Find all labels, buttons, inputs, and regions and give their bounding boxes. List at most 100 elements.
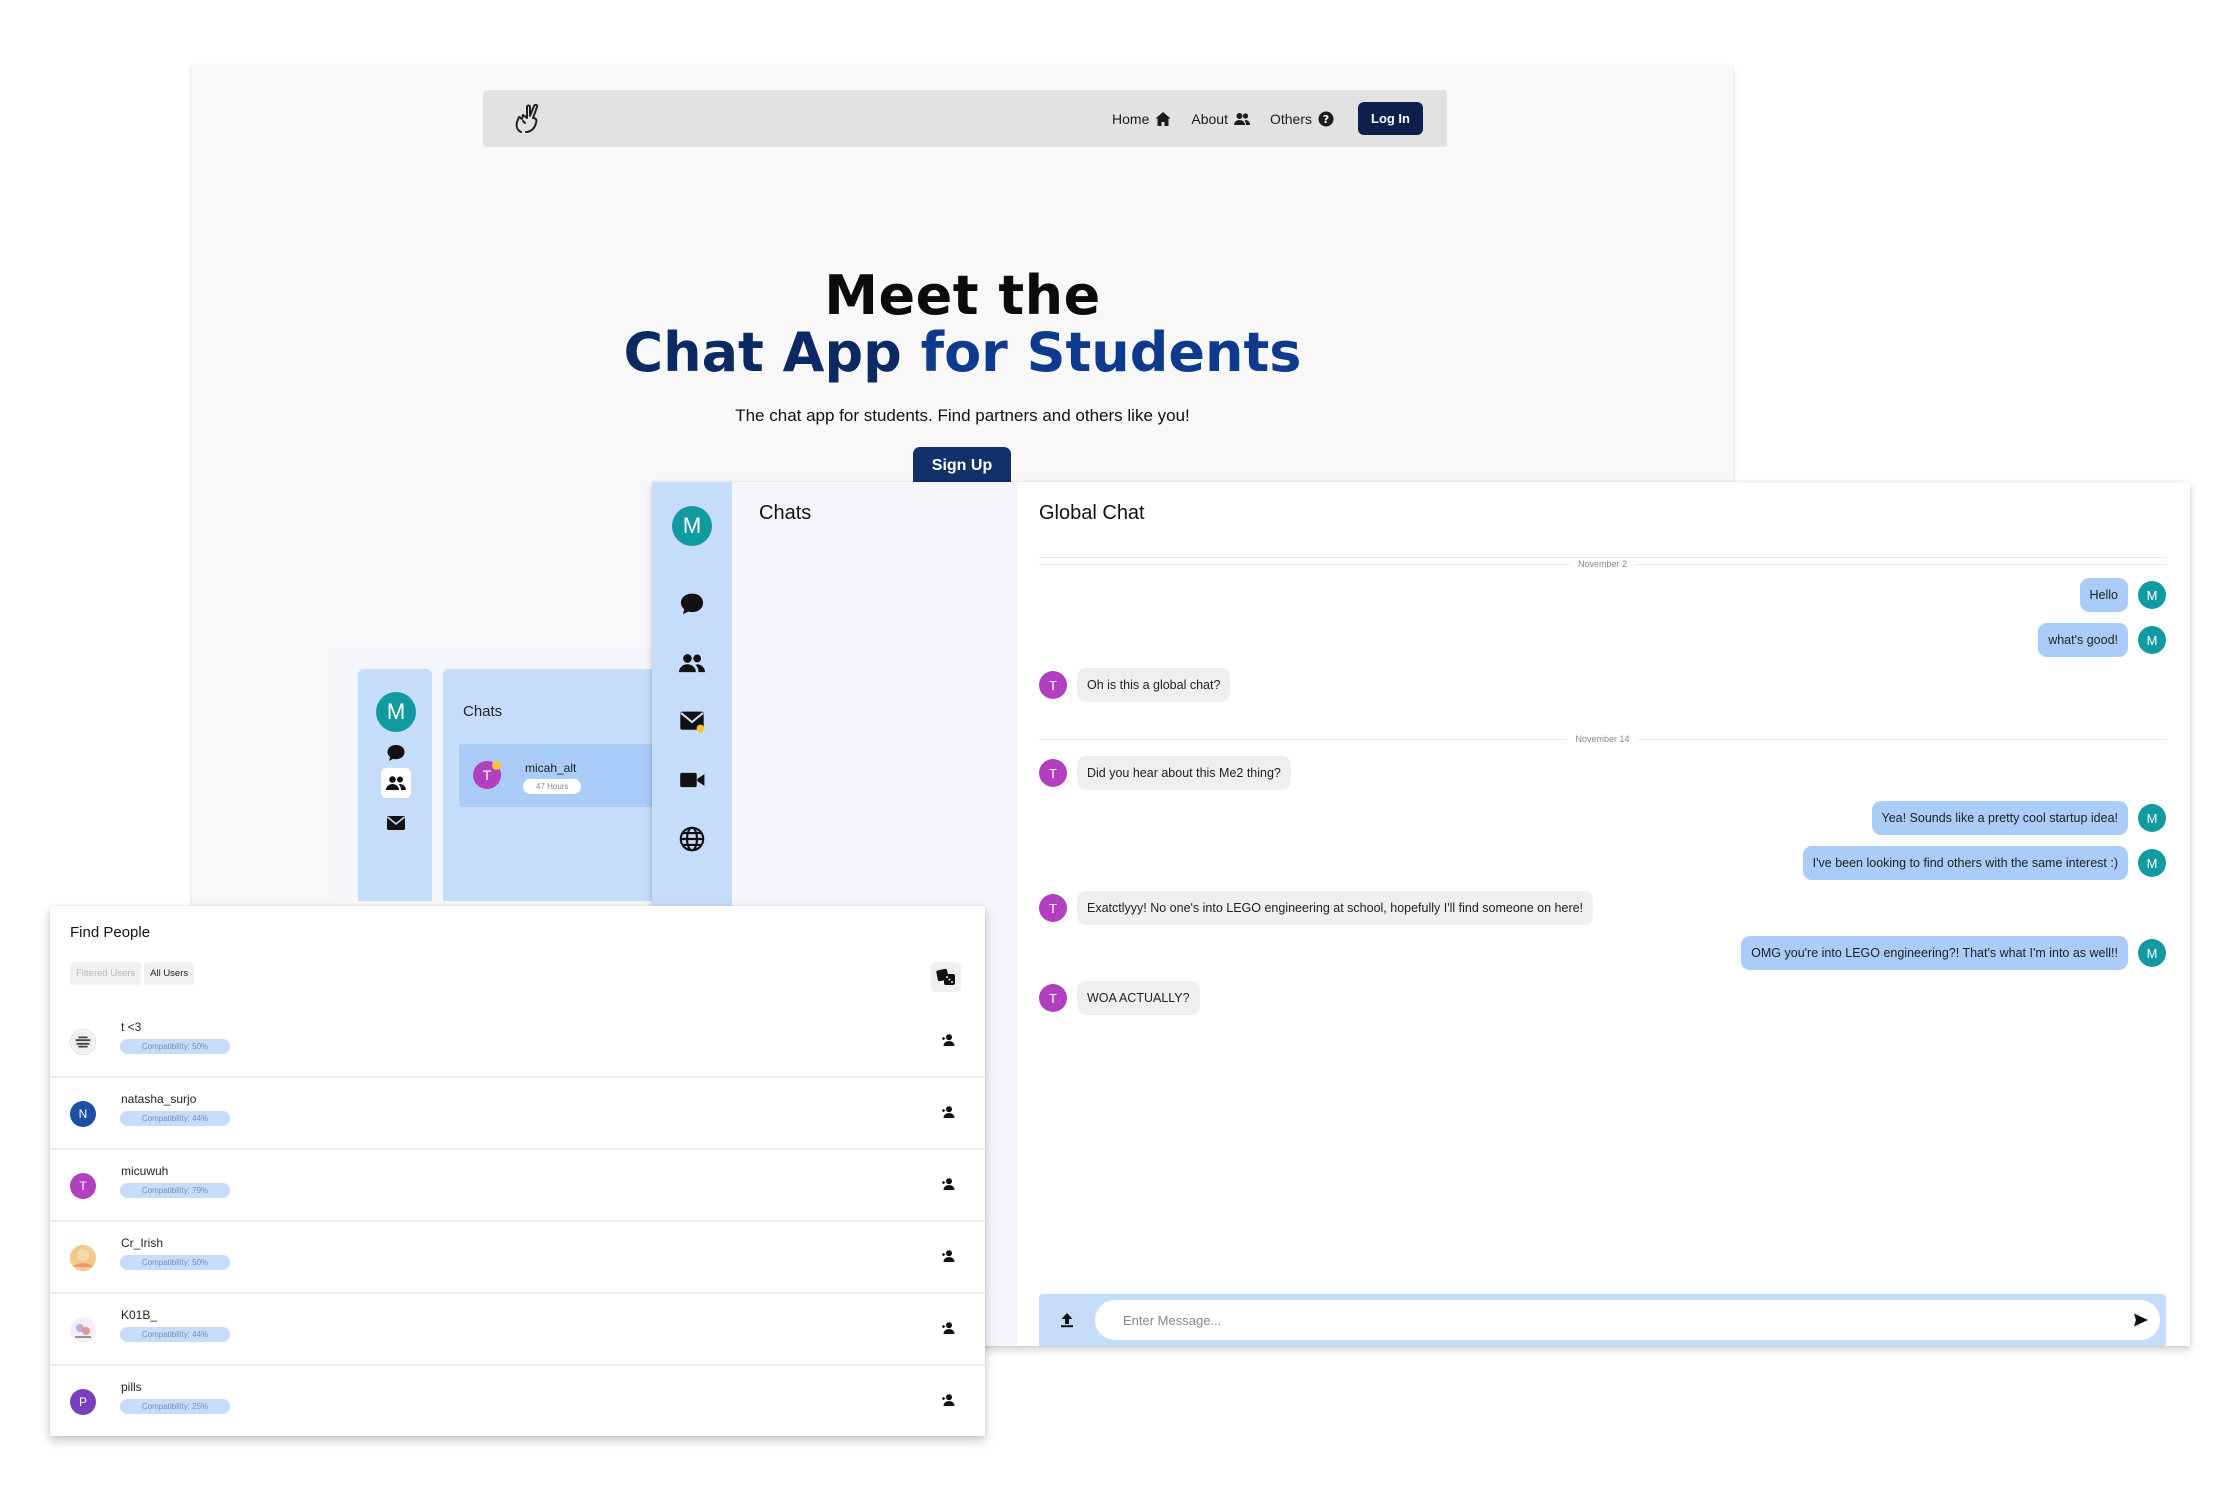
message-bubble: what's good! <box>2038 623 2128 657</box>
mail-icon[interactable] <box>385 812 407 834</box>
navbar: Home About Others ? Log In <box>483 90 1447 147</box>
mail-icon[interactable] <box>679 709 705 735</box>
message-avatar[interactable]: M <box>2138 626 2166 654</box>
user-filter-tabs: Filtered Users All Users <box>70 962 195 985</box>
message-avatar[interactable]: T <box>1039 894 1067 922</box>
person-avatar-photo <box>70 1317 96 1343</box>
compatibility-badge: Compatibility: 25% <box>120 1399 230 1414</box>
message-avatar[interactable]: T <box>1039 984 1067 1012</box>
message-avatar[interactable]: M <box>2138 804 2166 832</box>
people-icon[interactable] <box>381 768 411 798</box>
conversation-title: Global Chat <box>1039 502 1145 524</box>
add-friend-button[interactable] <box>939 1319 957 1337</box>
compatibility-badge: Compatibility: 50% <box>120 1255 230 1270</box>
send-button[interactable] <box>2128 1307 2154 1333</box>
nav-about[interactable]: About <box>1191 111 1250 127</box>
person-row[interactable]: K01B_ Compatibility: 44% <box>50 1294 985 1366</box>
person-row[interactable]: Cr_Irish Compatibility: 50% <box>50 1222 985 1294</box>
peace-hand-logo-icon[interactable] <box>507 99 547 139</box>
person-row[interactable]: T micuwuh Compatibility: 79% <box>50 1150 985 1222</box>
add-user-icon <box>942 1034 955 1046</box>
message-avatar[interactable]: T <box>1039 671 1067 699</box>
person-avatar: N <box>70 1101 96 1127</box>
people-icon[interactable] <box>679 650 705 676</box>
person-name: Cr_Irish <box>121 1236 164 1250</box>
message-avatar[interactable]: M <box>2138 939 2166 967</box>
hero-title-line2: Chat App for Students <box>192 321 1733 384</box>
nav-links: Home About Others ? Log In <box>1112 102 1423 135</box>
conversation-panel: Global Chat November 2 M Hello M what's … <box>1018 482 2190 1346</box>
message-outgoing: M what's good! <box>2038 623 2166 657</box>
person-name: pills <box>121 1380 142 1394</box>
message-bubble: Oh is this a global chat? <box>1077 668 1231 702</box>
add-friend-button[interactable] <box>939 1175 957 1193</box>
compatibility-badge: Compatibility: 50% <box>120 1039 230 1054</box>
add-friend-button[interactable] <box>939 1391 957 1409</box>
compatibility-badge: Compatibility: 44% <box>120 1111 230 1126</box>
message-avatar[interactable]: M <box>2138 581 2166 609</box>
message-bubble: OMG you're into LEGO engineering?! That'… <box>1741 936 2128 970</box>
date-separator-label: November 2 <box>1577 559 1628 569</box>
nav-others-label: Others <box>1269 110 1312 127</box>
signup-button[interactable]: Sign Up <box>913 447 1011 487</box>
mini-sidebar: M <box>358 669 432 901</box>
hero-title-line1: Meet the <box>824 264 1101 327</box>
send-icon <box>2134 1313 2148 1327</box>
mini-chat-item[interactable]: T micah_alt 47 Hours <box>459 744 654 807</box>
tab-all-users[interactable]: All Users <box>144 962 195 985</box>
message-bubble: Did you hear about this Me2 thing? <box>1077 756 1291 790</box>
svg-text:?: ? <box>1323 113 1329 126</box>
user-avatar[interactable]: M <box>672 506 712 546</box>
question-circle-icon: ? <box>1318 111 1334 126</box>
login-button[interactable]: Log In <box>1358 102 1423 135</box>
add-friend-button[interactable] <box>939 1031 957 1049</box>
message-bubble: Exatctlyyy! No one's into LEGO engineeri… <box>1077 891 1594 925</box>
online-status-dot <box>492 761 501 770</box>
message-input[interactable] <box>1095 1300 2160 1340</box>
nav-about-label: About <box>1191 110 1228 127</box>
nav-others[interactable]: Others ? <box>1270 111 1334 127</box>
shuffle-button[interactable] <box>931 962 961 992</box>
people-list: t <3 Compatibility: 50% N natasha_surjo … <box>50 1006 985 1438</box>
nav-home[interactable]: Home <box>1112 111 1171 127</box>
message-bubble: WOA ACTUALLY? <box>1077 981 1200 1015</box>
add-user-icon <box>942 1178 955 1190</box>
video-icon[interactable] <box>679 767 705 793</box>
person-name: natasha_surjo <box>121 1092 197 1106</box>
message-bubble: Yea! Sounds like a pretty cool startup i… <box>1871 801 2128 835</box>
chat-bubble-icon[interactable] <box>679 591 705 617</box>
chat-bubble-icon[interactable] <box>385 742 407 764</box>
add-user-icon <box>942 1394 955 1406</box>
date-separator: November 2 <box>1039 557 2166 571</box>
message-bubble: Hello <box>2079 578 2128 612</box>
message-incoming: T Exatctlyyy! No one's into LEGO enginee… <box>1039 891 1594 925</box>
mini-chat-preview: M Chats T micah_alt 47 Hours <box>334 647 654 901</box>
users-icon <box>1233 112 1250 125</box>
upload-button[interactable] <box>1039 1312 1095 1328</box>
mini-chats-title: Chats <box>463 703 503 720</box>
person-row[interactable]: P pills Compatibility: 25% <box>50 1366 985 1438</box>
dice-icon <box>936 968 955 985</box>
message-outgoing: M OMG you're into LEGO engineering?! Tha… <box>1741 936 2166 970</box>
person-avatar: T <box>70 1173 96 1199</box>
add-user-icon <box>942 1322 955 1334</box>
message-avatar[interactable]: M <box>2138 849 2166 877</box>
tab-filtered-users[interactable]: Filtered Users <box>70 962 142 985</box>
globe-icon[interactable] <box>679 826 705 852</box>
mini-user-avatar[interactable]: M <box>376 692 416 732</box>
message-avatar[interactable]: T <box>1039 759 1067 787</box>
message-incoming: T Oh is this a global chat? <box>1039 668 1231 702</box>
person-row[interactable]: t <3 Compatibility: 50% <box>50 1006 985 1078</box>
hero-title-part2: for Students <box>920 321 1302 384</box>
person-avatar-photo <box>70 1245 96 1271</box>
home-icon <box>1155 111 1171 126</box>
find-people-title: Find People <box>70 924 151 941</box>
add-friend-button[interactable] <box>939 1103 957 1121</box>
chats-title: Chats <box>759 502 812 524</box>
person-row[interactable]: N natasha_surjo Compatibility: 44% <box>50 1078 985 1150</box>
message-incoming: T WOA ACTUALLY? <box>1039 981 1200 1015</box>
add-friend-button[interactable] <box>939 1247 957 1265</box>
person-avatar-photo <box>70 1029 96 1055</box>
hero-title-part1: Chat App <box>623 321 921 384</box>
compatibility-badge: Compatibility: 44% <box>120 1327 230 1342</box>
